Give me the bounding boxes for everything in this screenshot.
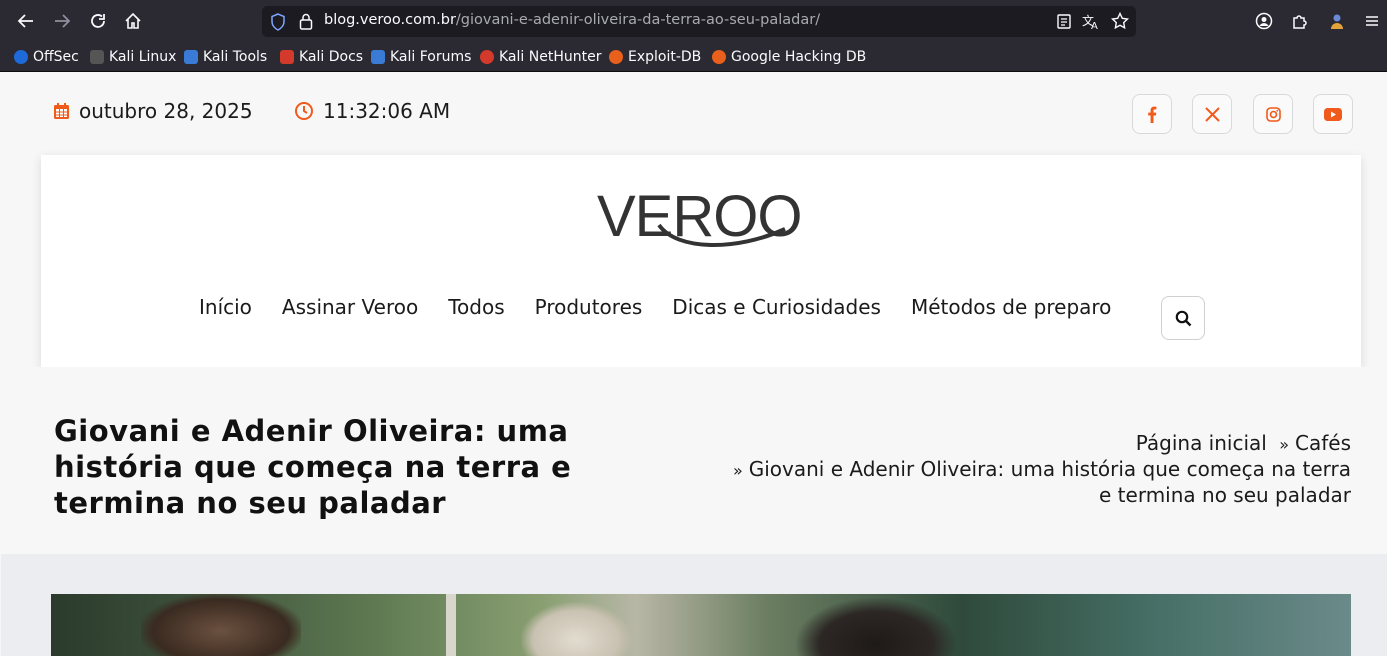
extension-avatar-icon [1331,14,1343,29]
breadcrumb: Página inicial » Cafés » Giovani e Adenir … [721,431,1351,507]
reload-icon [91,14,105,28]
youtube-link[interactable] [1313,94,1353,134]
app-menu-button[interactable] [1360,9,1384,33]
ghdb-icon [712,50,726,64]
calendar-icon [54,103,69,119]
time-text: 11:32:06 AM [323,99,451,123]
svg-text:A: A [1091,21,1098,30]
youtube-icon [1324,107,1342,121]
bookmark-label: Kali Tools [203,49,268,65]
date-text: outubro 28, 2025 [79,99,253,123]
bookmark-google-hacking-db[interactable]: Google Hacking DB [712,48,866,66]
site-logo[interactable]: VEROO [597,183,803,253]
kali-nethunter-icon [480,50,494,64]
title-band: Giovani e Adenir Oliveira: uma história … [1,367,1387,554]
date-display: outubro 28, 2025 [53,99,253,123]
kali-docs-icon [280,50,294,64]
home-button[interactable] [121,9,145,33]
url-text[interactable]: blog.veroo.com.br/giovani-e-adenir-olive… [324,12,820,28]
instagram-icon [1265,106,1281,122]
clock-icon [295,102,313,120]
kali-tools-icon [184,50,198,64]
home-icon [125,12,141,29]
bookmark-exploit-db[interactable]: Exploit-DB [609,48,701,66]
reload-button[interactable] [86,9,110,33]
bookmark-kali-docs[interactable]: Kali Docs [280,48,363,66]
hero-pole [446,594,456,656]
time-display: 11:32:06 AM [294,99,450,123]
bookmark-label: Kali Forums [390,49,472,65]
translate-icon[interactable]: 文A [1082,13,1100,30]
bookmark-label: Kali Linux [109,49,177,65]
instagram-link[interactable] [1253,94,1293,134]
kali-forums-icon [371,50,385,64]
search-icon [1175,310,1191,326]
bookmark-kali-linux[interactable]: Kali Linux [90,48,176,66]
main-nav: Início Assinar Veroo Todos Produtores Di… [199,295,1111,319]
browser-toolbar: blog.veroo.com.br/giovani-e-adenir-olive… [0,0,1387,42]
content-area [1,554,1387,656]
bookmark-kali-nethunter[interactable]: Kali NetHunter [480,48,601,66]
breadcrumb-current: Giovani e Adenir Oliveira: uma história … [748,457,1351,507]
logo-swoosh [657,223,786,248]
facebook-icon [1148,106,1157,123]
bookmark-star-icon[interactable] [1111,12,1129,30]
shield-icon[interactable] [270,13,286,31]
offsec-icon [14,50,28,64]
bookmarks-bar: OffSec Kali Linux Kali Tools Kali Docs K… [0,42,1387,72]
url-bar[interactable]: blog.veroo.com.br/giovani-e-adenir-olive… [262,6,1136,37]
bookmark-label: Kali Docs [299,49,364,65]
hero-image [51,594,1351,656]
x-icon [1204,106,1220,122]
bookmark-label: Exploit-DB [628,49,702,65]
breadcrumb-category[interactable]: Cafés [1295,431,1351,455]
breadcrumb-separator: » [732,461,743,480]
exploit-db-icon [609,50,623,64]
back-arrow-icon [17,14,33,28]
bookmark-kali-forums[interactable]: Kali Forums [371,48,471,66]
bookmark-label: Google Hacking DB [731,49,867,65]
account-button[interactable] [1252,9,1276,33]
extensions-button[interactable] [1288,9,1312,33]
bookmark-label: OffSec [33,49,79,65]
page-content: outubro 28, 2025 11:32:06 AM VEROO Iníci… [1,73,1387,656]
bookmark-kali-tools[interactable]: Kali Tools [184,48,267,66]
profile-extension-button[interactable] [1325,9,1349,33]
forward-button[interactable] [50,9,74,33]
bookmark-label: Kali NetHunter [499,49,602,65]
nav-item-dicas[interactable]: Dicas e Curiosidades [672,295,881,319]
breadcrumb-separator: » [1279,435,1289,454]
forward-arrow-icon [55,14,71,28]
breadcrumb-home[interactable]: Página inicial [1136,431,1267,455]
hero-figure-right [796,598,956,656]
search-button[interactable] [1161,296,1205,340]
post-title: Giovani e Adenir Oliveira: uma história … [54,414,572,520]
facebook-link[interactable] [1132,94,1172,134]
hero-figure-left [141,594,301,656]
nav-item-inicio[interactable]: Início [199,295,252,319]
nav-item-assinar[interactable]: Assinar Veroo [282,295,418,319]
nav-item-metodos[interactable]: Métodos de preparo [911,295,1111,319]
nav-item-todos[interactable]: Todos [448,295,504,319]
reader-view-icon[interactable] [1057,14,1071,29]
account-icon [1255,12,1273,30]
hero-hat [521,602,631,656]
puzzle-icon [1293,15,1307,29]
bookmark-offsec[interactable]: OffSec [14,48,79,66]
hamburger-menu-icon [1366,16,1378,26]
x-twitter-link[interactable] [1192,94,1232,134]
nav-item-produtores[interactable]: Produtores [535,295,643,319]
kali-dragon-icon [90,50,104,64]
lock-icon[interactable] [299,13,313,30]
url-path: /giovani-e-adenir-oliveira-da-terra-ao-s… [455,12,821,28]
site-header: VEROO Início Assinar Veroo Todos Produto… [41,155,1361,367]
url-domain: blog.veroo.com.br [324,12,456,28]
back-button[interactable] [14,9,38,33]
